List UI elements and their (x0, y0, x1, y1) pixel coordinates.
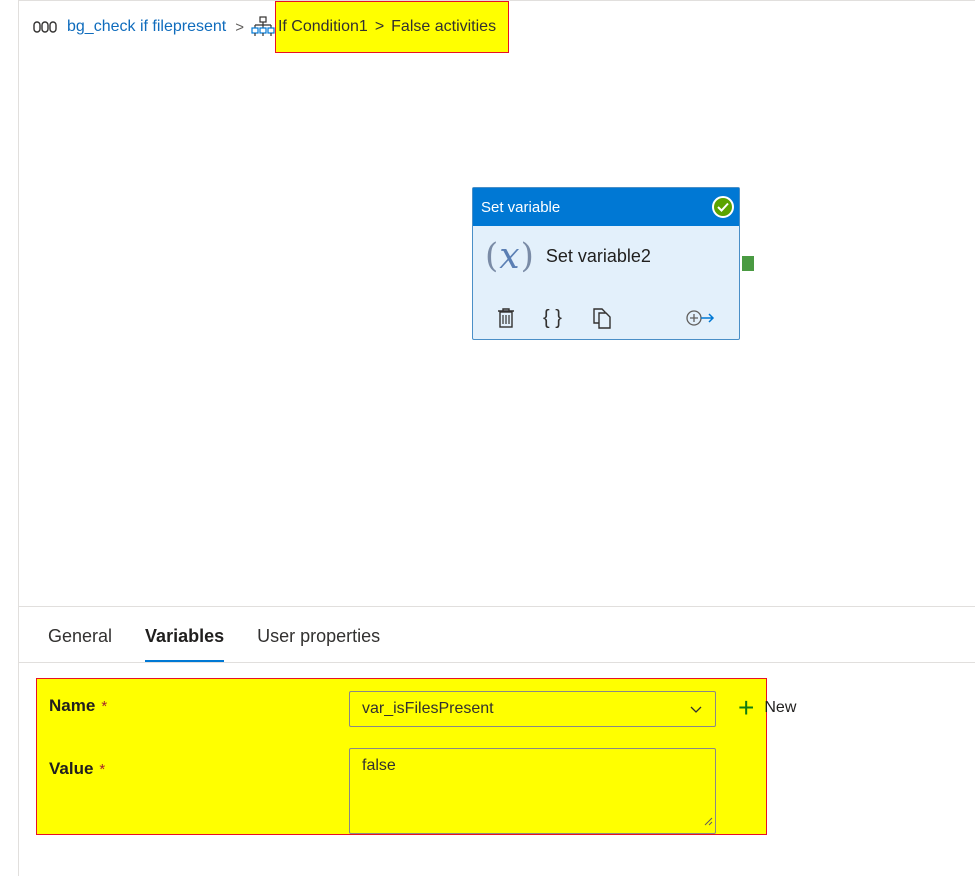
code-icon[interactable]: { } (543, 303, 562, 333)
plus-icon: + (738, 692, 755, 723)
clone-icon[interactable] (591, 303, 613, 333)
tab-variables[interactable]: Variables (145, 626, 225, 662)
activity-name: Set variable2 (545, 245, 651, 266)
variable-name-dropdown[interactable]: var_isFilesPresent (349, 691, 716, 727)
value-label: Value * (49, 759, 105, 779)
resize-grip-icon[interactable] (703, 813, 713, 831)
check-circle-icon (712, 196, 734, 218)
variable-value-textarea[interactable]: false (349, 748, 716, 834)
tab-general[interactable]: General (48, 626, 112, 662)
activity-card-actions: { } (473, 303, 741, 333)
variables-form-highlight: Name * var_isFilesPresent Value * false (36, 678, 767, 835)
chevron-down-icon (689, 702, 703, 721)
variable-icon: (x) (485, 235, 534, 277)
breadcrumb-branch: False activities (391, 18, 497, 35)
breadcrumb-separator: > (374, 18, 385, 35)
set-variable-activity-card[interactable]: Set variable (x) Set variable2 { } (472, 187, 740, 340)
if-condition-icon (251, 16, 275, 38)
breadcrumb-current-highlight: If Condition1 > False activities (274, 1, 510, 53)
breadcrumb-separator: > (235, 18, 244, 36)
value-label-text: Value (49, 759, 94, 778)
properties-tabs: General Variables User properties (48, 626, 413, 662)
new-button-label: New (764, 699, 797, 716)
required-marker: * (101, 698, 108, 715)
activity-type-label: Set variable (481, 198, 561, 216)
delete-icon[interactable] (497, 303, 515, 333)
variable-name-value: var_isFilesPresent (362, 700, 494, 717)
new-variable-button[interactable]: + New (738, 694, 796, 722)
breadcrumb-pipeline-link[interactable]: bg_check if filepresent (67, 18, 226, 36)
activity-card-header: Set variable (473, 188, 739, 226)
success-output-port[interactable] (742, 256, 754, 271)
pipeline-icon (33, 19, 59, 35)
canvas-left-border (18, 0, 19, 876)
tabs-underline (18, 662, 975, 663)
name-label-text: Name (49, 696, 96, 715)
name-label: Name * (49, 696, 107, 716)
breadcrumb: bg_check if filepresent > If Condition1 … (33, 1, 510, 53)
panel-divider (18, 606, 975, 607)
add-output-icon[interactable] (685, 303, 715, 333)
required-marker: * (99, 761, 106, 778)
breadcrumb-activity-link[interactable]: If Condition1 (278, 18, 368, 36)
activity-card-body: (x) Set variable2 (473, 226, 739, 286)
tab-user-properties[interactable]: User properties (257, 626, 380, 662)
variable-value-text: false (362, 757, 396, 774)
